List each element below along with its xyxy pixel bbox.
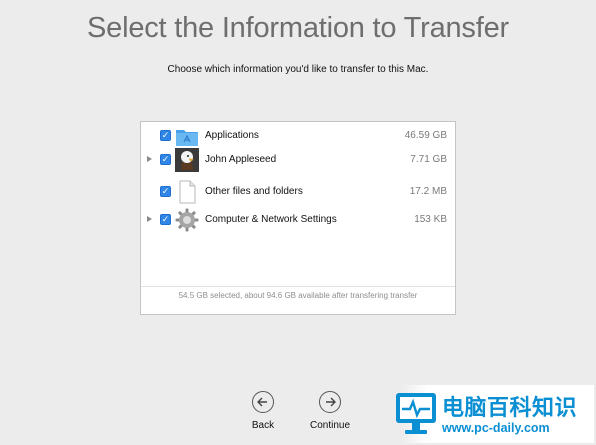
document-file-icon [175, 180, 199, 204]
watermark-name: 电脑百科知识 [442, 395, 578, 420]
user-checkbox[interactable]: ✓ [160, 154, 171, 165]
settings-checkbox[interactable]: ✓ [160, 214, 171, 225]
list-item-applications[interactable]: ✓ Applications 46.59 GB [141, 124, 455, 148]
applications-folder-icon [175, 124, 199, 148]
list-item-size: 46.59 GB [404, 130, 447, 141]
site-watermark: 电脑百科知识 www.pc-daily.com [380, 385, 594, 443]
list-item-label: Computer & Network Settings [205, 214, 337, 225]
list-item-other-files[interactable]: ✓ Other files and folders 17.2 MB [141, 180, 455, 204]
list-item-label: Other files and folders [205, 186, 303, 197]
disclosure-triangle-icon[interactable] [147, 156, 152, 162]
watermark-url: www.pc-daily.com [442, 421, 550, 435]
list-item-size: 17.2 MB [409, 186, 447, 197]
transfer-items-list: ✓ Applications 46.59 GB ✓ John Appleseed… [140, 121, 456, 315]
page-title: Select the Information to Transfer [87, 12, 509, 44]
gear-icon [175, 208, 199, 232]
list-item-label: Applications [205, 130, 259, 141]
list-item-label: John Appleseed [205, 154, 277, 165]
footer-divider [141, 286, 455, 287]
page-subtitle: Choose which information you'd like to t… [167, 64, 429, 75]
forward-arrow-icon [319, 391, 341, 413]
list-item-size: 7.71 GB [410, 154, 447, 165]
list-item-settings[interactable]: ✓ Computer & Network Settings 153 KB [141, 208, 455, 232]
transfer-summary: 54.5 GB selected, about 94.6 GB availabl… [178, 291, 418, 300]
list-item-size: 153 KB [414, 214, 447, 225]
other-files-checkbox[interactable]: ✓ [160, 186, 171, 197]
monitor-logo-icon [394, 391, 438, 442]
applications-checkbox[interactable]: ✓ [160, 130, 171, 141]
continue-button[interactable]: Continue [300, 391, 360, 435]
back-button[interactable]: Back [233, 391, 293, 435]
back-arrow-icon [252, 391, 274, 413]
continue-label: Continue [309, 420, 351, 431]
disclosure-triangle-icon[interactable] [147, 216, 152, 222]
user-eagle-avatar-icon [175, 148, 199, 172]
back-label: Back [251, 420, 275, 431]
list-item-user[interactable]: ✓ John Appleseed 7.71 GB [141, 148, 455, 172]
